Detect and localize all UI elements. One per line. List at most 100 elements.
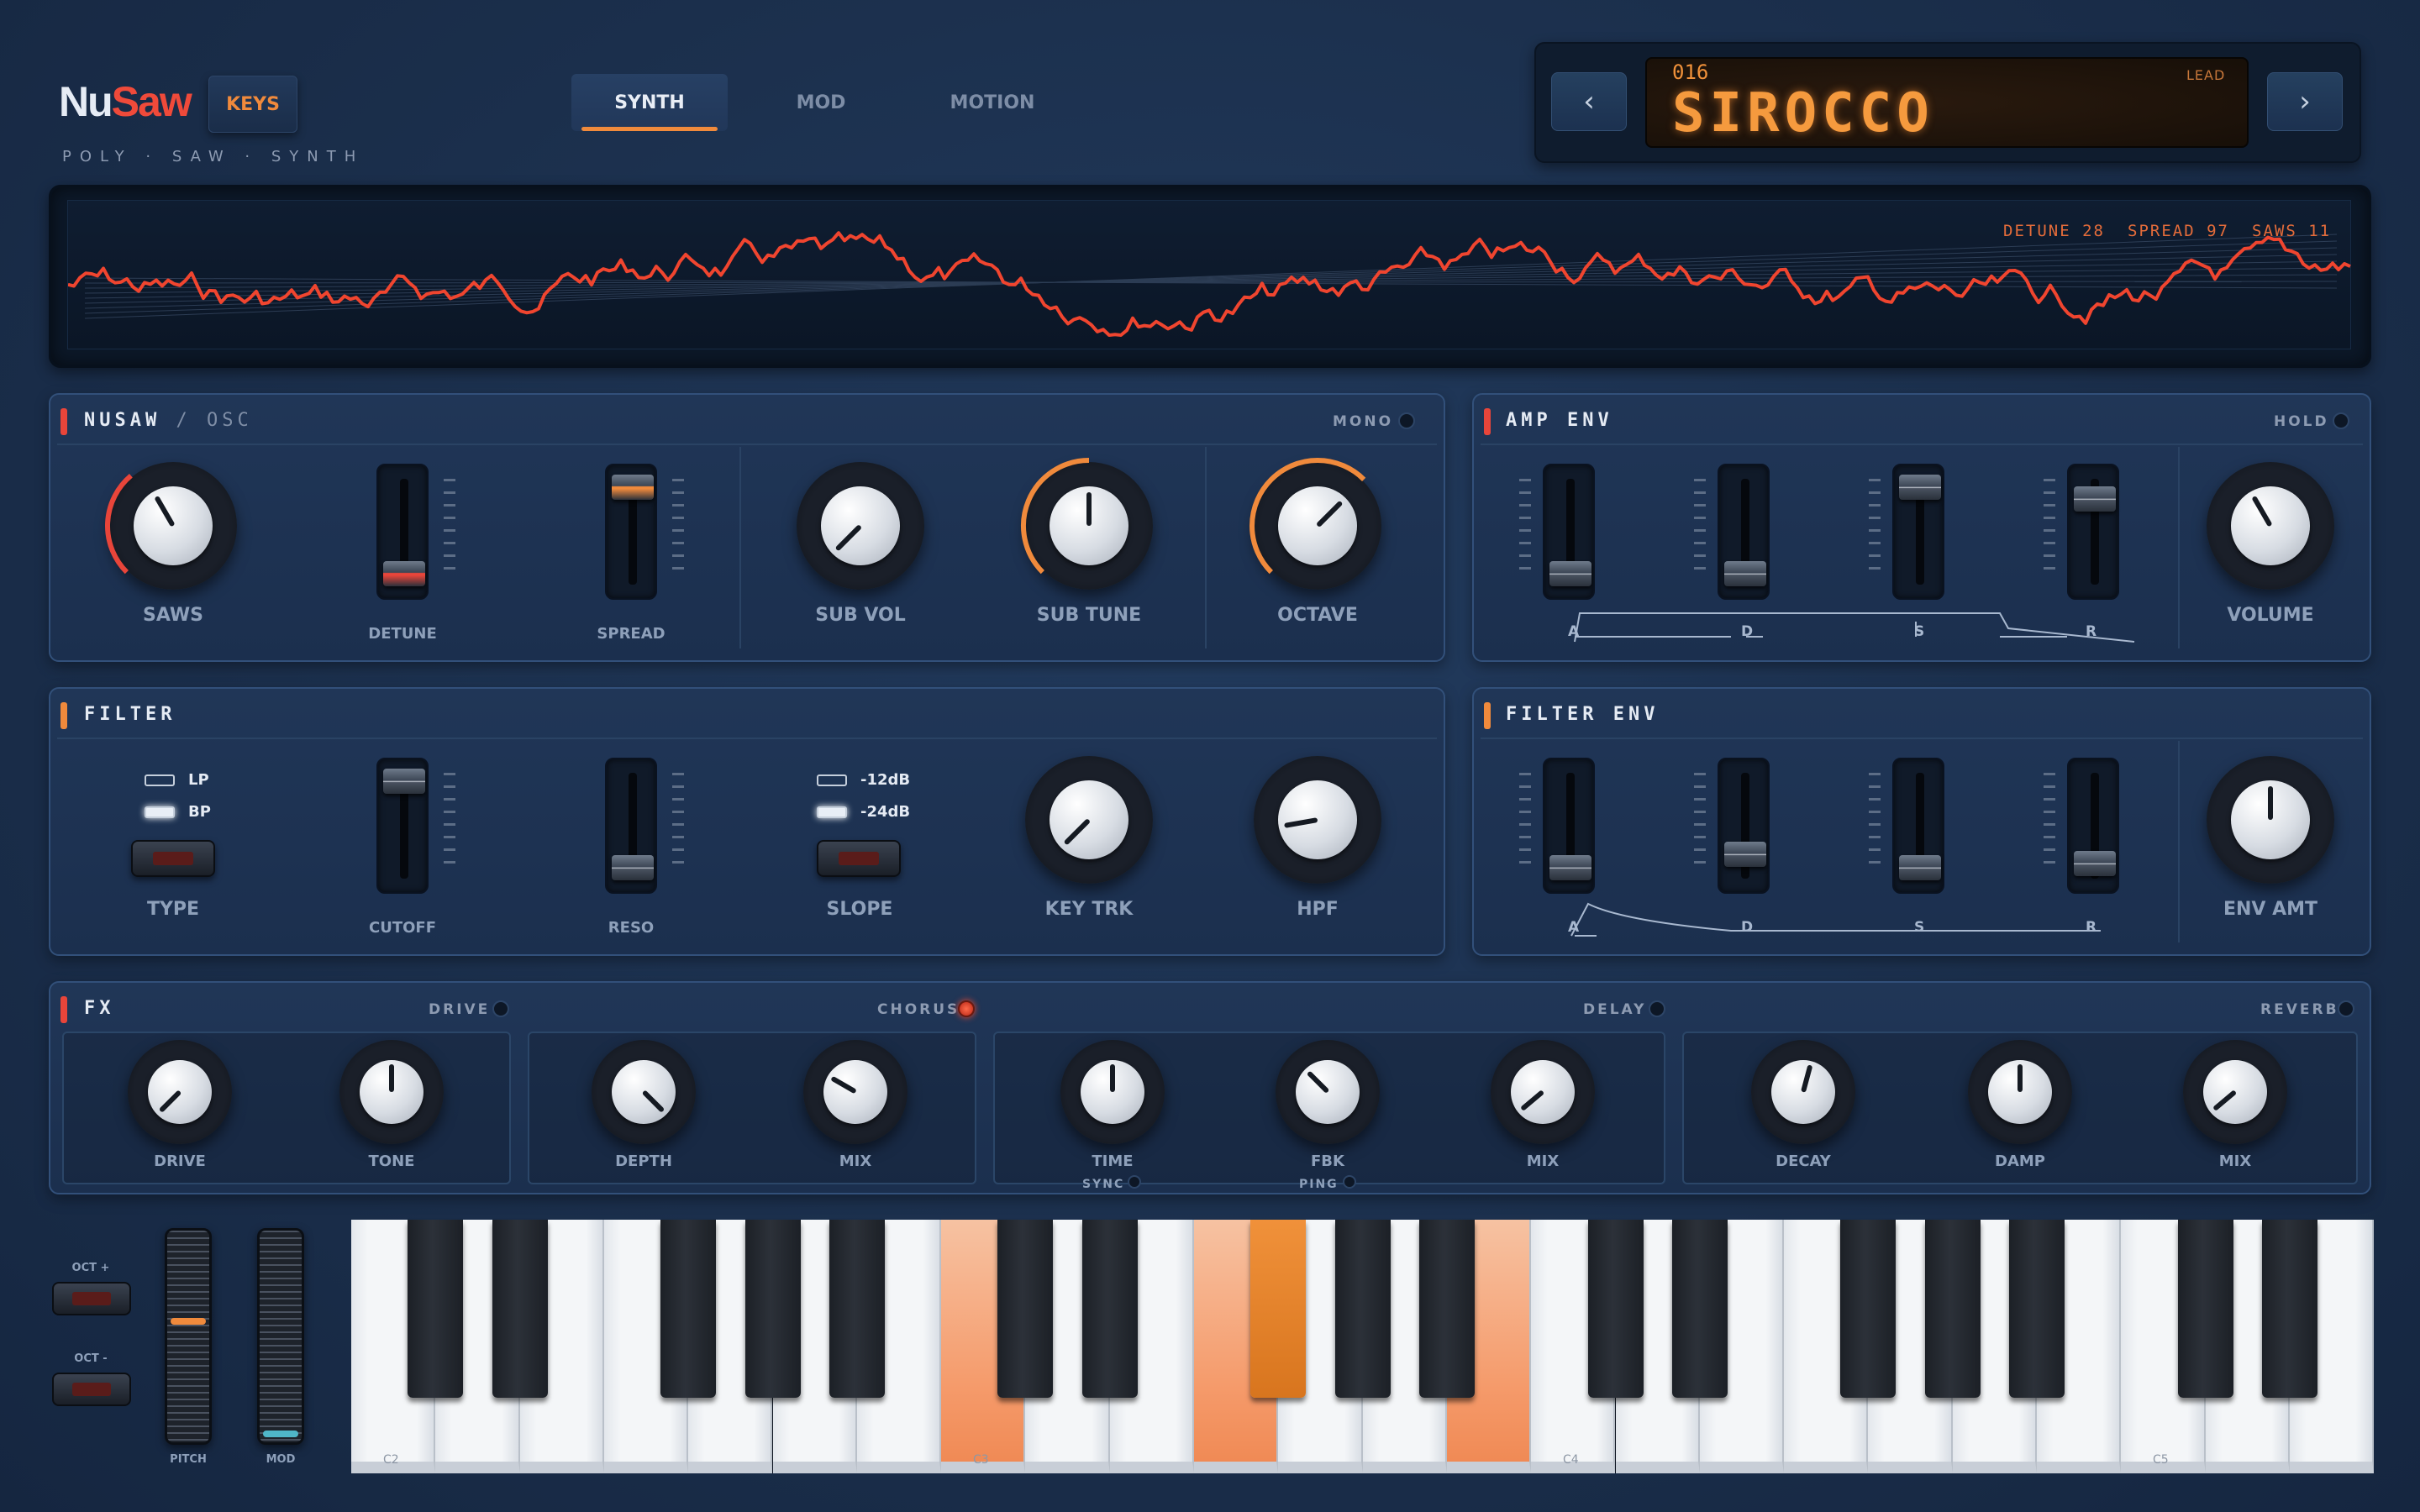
black-key[interactable] bbox=[744, 1220, 801, 1398]
chorus-depth-knob[interactable] bbox=[592, 1040, 696, 1144]
drive-toggle[interactable] bbox=[492, 1000, 509, 1017]
hold-toggle[interactable] bbox=[2333, 412, 2349, 429]
delay-mix-knob[interactable] bbox=[1491, 1040, 1595, 1144]
delay-fbk-label: FBK bbox=[1311, 1152, 1344, 1170]
amp-env-fader-a-cap bbox=[1549, 561, 1591, 587]
sub-vol-knob[interactable] bbox=[797, 462, 924, 590]
osc-divider-2 bbox=[1205, 447, 1207, 648]
mono-toggle[interactable] bbox=[1398, 412, 1415, 429]
mod-label: MOD bbox=[266, 1453, 296, 1466]
delay-fbk-knob[interactable] bbox=[1276, 1040, 1380, 1144]
tone-knob-cap bbox=[359, 1059, 424, 1125]
amp-env-a: A bbox=[1568, 623, 1580, 640]
next-preset-button[interactable]: › bbox=[2267, 72, 2343, 131]
hpf-knob[interactable] bbox=[1254, 756, 1381, 884]
reverb-toggle[interactable] bbox=[2338, 1000, 2354, 1017]
amp-env-graph bbox=[1574, 612, 2135, 643]
black-key[interactable] bbox=[1334, 1220, 1391, 1398]
ping-toggle[interactable] bbox=[1343, 1175, 1356, 1189]
black-key[interactable] bbox=[1587, 1220, 1644, 1398]
slope-24db[interactable]: -24dB bbox=[817, 803, 910, 821]
hpf-knob-pointer bbox=[1284, 817, 1318, 828]
black-key[interactable] bbox=[1671, 1220, 1728, 1398]
black-key[interactable] bbox=[1840, 1220, 1897, 1398]
note-label-c5: C5 bbox=[2153, 1453, 2169, 1467]
amp-env-fader-r-cap bbox=[2074, 486, 2116, 512]
filter-env-fader-s[interactable] bbox=[1892, 758, 1944, 894]
black-key[interactable] bbox=[1924, 1220, 1981, 1398]
black-key-pressed[interactable] bbox=[1250, 1220, 1307, 1398]
black-key[interactable] bbox=[829, 1220, 885, 1398]
saws-knob[interactable] bbox=[105, 462, 237, 590]
delay-toggle[interactable] bbox=[1649, 1000, 1665, 1017]
filter-type-button[interactable] bbox=[131, 840, 215, 877]
filter-env-fader-d[interactable] bbox=[1718, 758, 1770, 894]
spread-fader[interactable] bbox=[605, 464, 657, 600]
filter-led bbox=[60, 702, 67, 729]
black-key[interactable] bbox=[1081, 1220, 1138, 1398]
key-trk-knob[interactable] bbox=[1025, 756, 1153, 884]
amp-env-title: AMP ENV bbox=[1506, 410, 1613, 431]
delay-time-knob[interactable] bbox=[1060, 1040, 1165, 1144]
amp-env-fader-r[interactable] bbox=[2067, 464, 2119, 600]
amp-env-fader-s[interactable] bbox=[1892, 464, 1944, 600]
filter-type-bp[interactable]: BP bbox=[145, 803, 211, 821]
filter-env-fader-a[interactable] bbox=[1543, 758, 1595, 894]
amp-env-fader-d[interactable] bbox=[1718, 464, 1770, 600]
volume-knob[interactable] bbox=[2207, 462, 2334, 590]
reverb-mix-knob[interactable] bbox=[2183, 1040, 2287, 1144]
tab-synth[interactable]: SYNTH bbox=[571, 74, 728, 131]
slope-12db[interactable]: -12dB bbox=[817, 771, 910, 789]
drive-knob-pointer bbox=[158, 1089, 182, 1114]
keys-button[interactable]: KEYS bbox=[208, 76, 297, 133]
tone-knob[interactable] bbox=[339, 1040, 444, 1144]
reverb-damp-label: DAMP bbox=[1995, 1152, 2045, 1170]
hpf-knob-cap bbox=[1277, 780, 1358, 860]
detune-fader[interactable] bbox=[376, 464, 429, 600]
chorus-depth-label: DEPTH bbox=[615, 1152, 672, 1170]
reverb-decay-knob[interactable] bbox=[1751, 1040, 1855, 1144]
sub-tune-knob[interactable] bbox=[1021, 458, 1153, 590]
oct-up-label: OCT + bbox=[71, 1262, 110, 1274]
black-key[interactable] bbox=[2177, 1220, 2233, 1398]
black-key[interactable] bbox=[492, 1220, 548, 1398]
reso-label: RESO bbox=[608, 919, 655, 937]
hpf-label: HPF bbox=[1297, 899, 1339, 920]
amp-env-ticks-3 bbox=[2044, 479, 2055, 580]
cutoff-fader[interactable] bbox=[376, 758, 429, 894]
note-label-c4: C4 bbox=[1563, 1453, 1579, 1467]
black-key[interactable] bbox=[408, 1220, 464, 1398]
amp-env-r: R bbox=[2086, 623, 2097, 640]
env-amt-label: ENV AMT bbox=[2223, 899, 2318, 920]
slope-button[interactable] bbox=[817, 840, 901, 877]
sync-toggle[interactable] bbox=[1128, 1175, 1141, 1189]
amp-env-fader-a[interactable] bbox=[1543, 464, 1595, 600]
octave-knob[interactable] bbox=[1249, 458, 1381, 590]
black-key[interactable] bbox=[997, 1220, 1054, 1398]
pitch-wheel[interactable] bbox=[165, 1228, 212, 1445]
filter-env-r: R bbox=[2086, 919, 2097, 936]
mod-wheel[interactable] bbox=[257, 1228, 304, 1445]
reso-fader[interactable] bbox=[605, 758, 657, 894]
oct-up-button[interactable] bbox=[52, 1282, 131, 1315]
drive-knob[interactable] bbox=[128, 1040, 232, 1144]
oct-down-button[interactable] bbox=[52, 1373, 131, 1406]
tab-mod[interactable]: MOD bbox=[743, 74, 899, 131]
reverb-damp-knob[interactable] bbox=[1968, 1040, 2072, 1144]
chorus-toggle[interactable] bbox=[958, 1000, 975, 1017]
black-key[interactable] bbox=[1418, 1220, 1475, 1398]
filter-env-fader-r[interactable] bbox=[2067, 758, 2119, 894]
chorus-depth-knob-cap bbox=[611, 1059, 676, 1125]
env-amt-knob[interactable] bbox=[2207, 756, 2334, 884]
fx-led bbox=[60, 996, 67, 1023]
tab-motion[interactable]: MOTION bbox=[914, 74, 1071, 131]
black-key[interactable] bbox=[2009, 1220, 2065, 1398]
black-key[interactable] bbox=[660, 1220, 717, 1398]
prev-preset-button[interactable]: ‹ bbox=[1551, 72, 1627, 131]
cutoff-ticks bbox=[444, 773, 455, 874]
amp-env-ticks-2 bbox=[1869, 479, 1881, 580]
chorus-mix-knob[interactable] bbox=[803, 1040, 908, 1144]
filter-type-lp[interactable]: LP bbox=[145, 771, 209, 789]
sub-tune-label: SUB TUNE bbox=[1036, 605, 1142, 626]
black-key[interactable] bbox=[2261, 1220, 2317, 1398]
